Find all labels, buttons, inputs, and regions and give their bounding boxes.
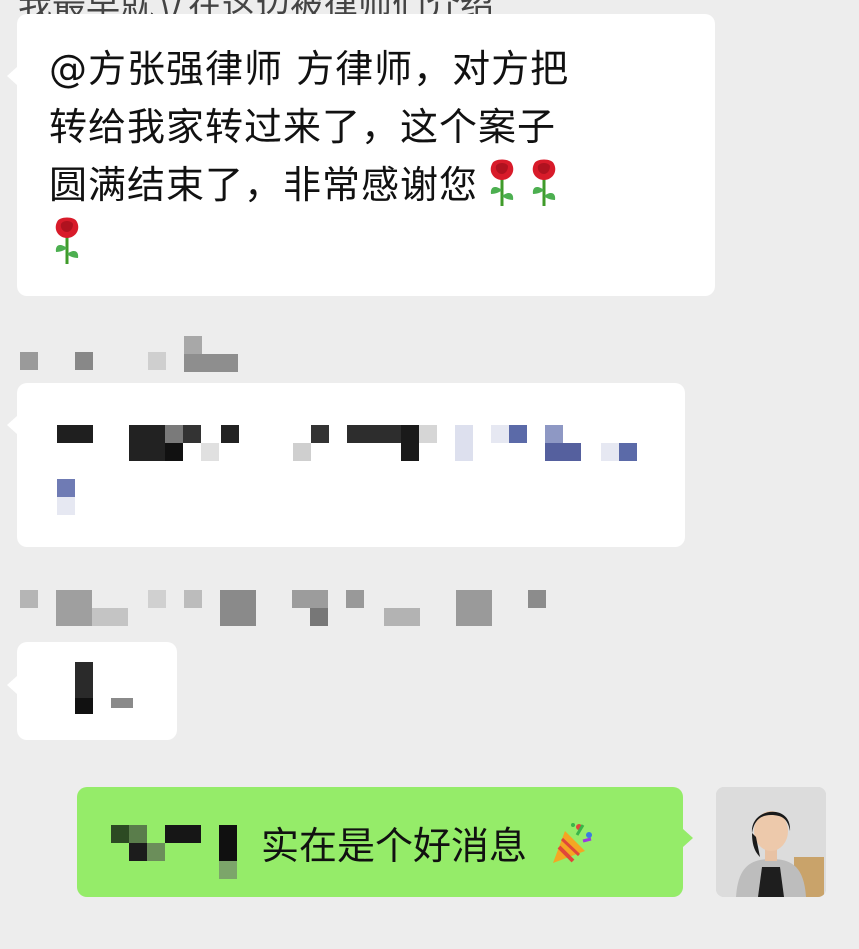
bubble-tail (7, 67, 17, 85)
message-line-4 (49, 214, 689, 272)
message-line-2: 转给我家转过来了，这个案子 (49, 105, 557, 149)
my-message-bubble[interactable]: 实在是个好消息 (77, 787, 693, 897)
party-popper-icon (549, 821, 595, 867)
avatar-portrait-icon (716, 787, 826, 897)
bubble-tail (683, 829, 693, 847)
message-1-text: @方张强律师 方律师，对方把 转给我家转过来了，这个案子 圆满结束了，非常感谢您 (49, 40, 689, 272)
rose-icon (526, 158, 562, 208)
bubble-tail (7, 416, 17, 434)
avatar[interactable] (716, 787, 826, 897)
message-bubble-2[interactable] (7, 383, 685, 547)
my-message-label: 实在是个好消息 (261, 824, 528, 868)
message-bubble-1[interactable]: @方张强律师 方律师，对方把 转给我家转过来了，这个案子 圆满结束了，非常感谢您 (7, 14, 715, 296)
rose-icon (49, 216, 85, 266)
message-line-3: 圆满结束了，非常感谢您 (49, 156, 689, 214)
bubble-tail (7, 676, 17, 694)
rose-icon (484, 158, 520, 208)
my-message-text: 实在是个好消息 (261, 821, 595, 870)
message-line-3-text: 圆满结束了，非常感谢您 (49, 163, 479, 207)
message-bubble-3[interactable] (7, 642, 177, 740)
message-line-1: @方张强律师 方律师，对方把 (49, 47, 570, 91)
